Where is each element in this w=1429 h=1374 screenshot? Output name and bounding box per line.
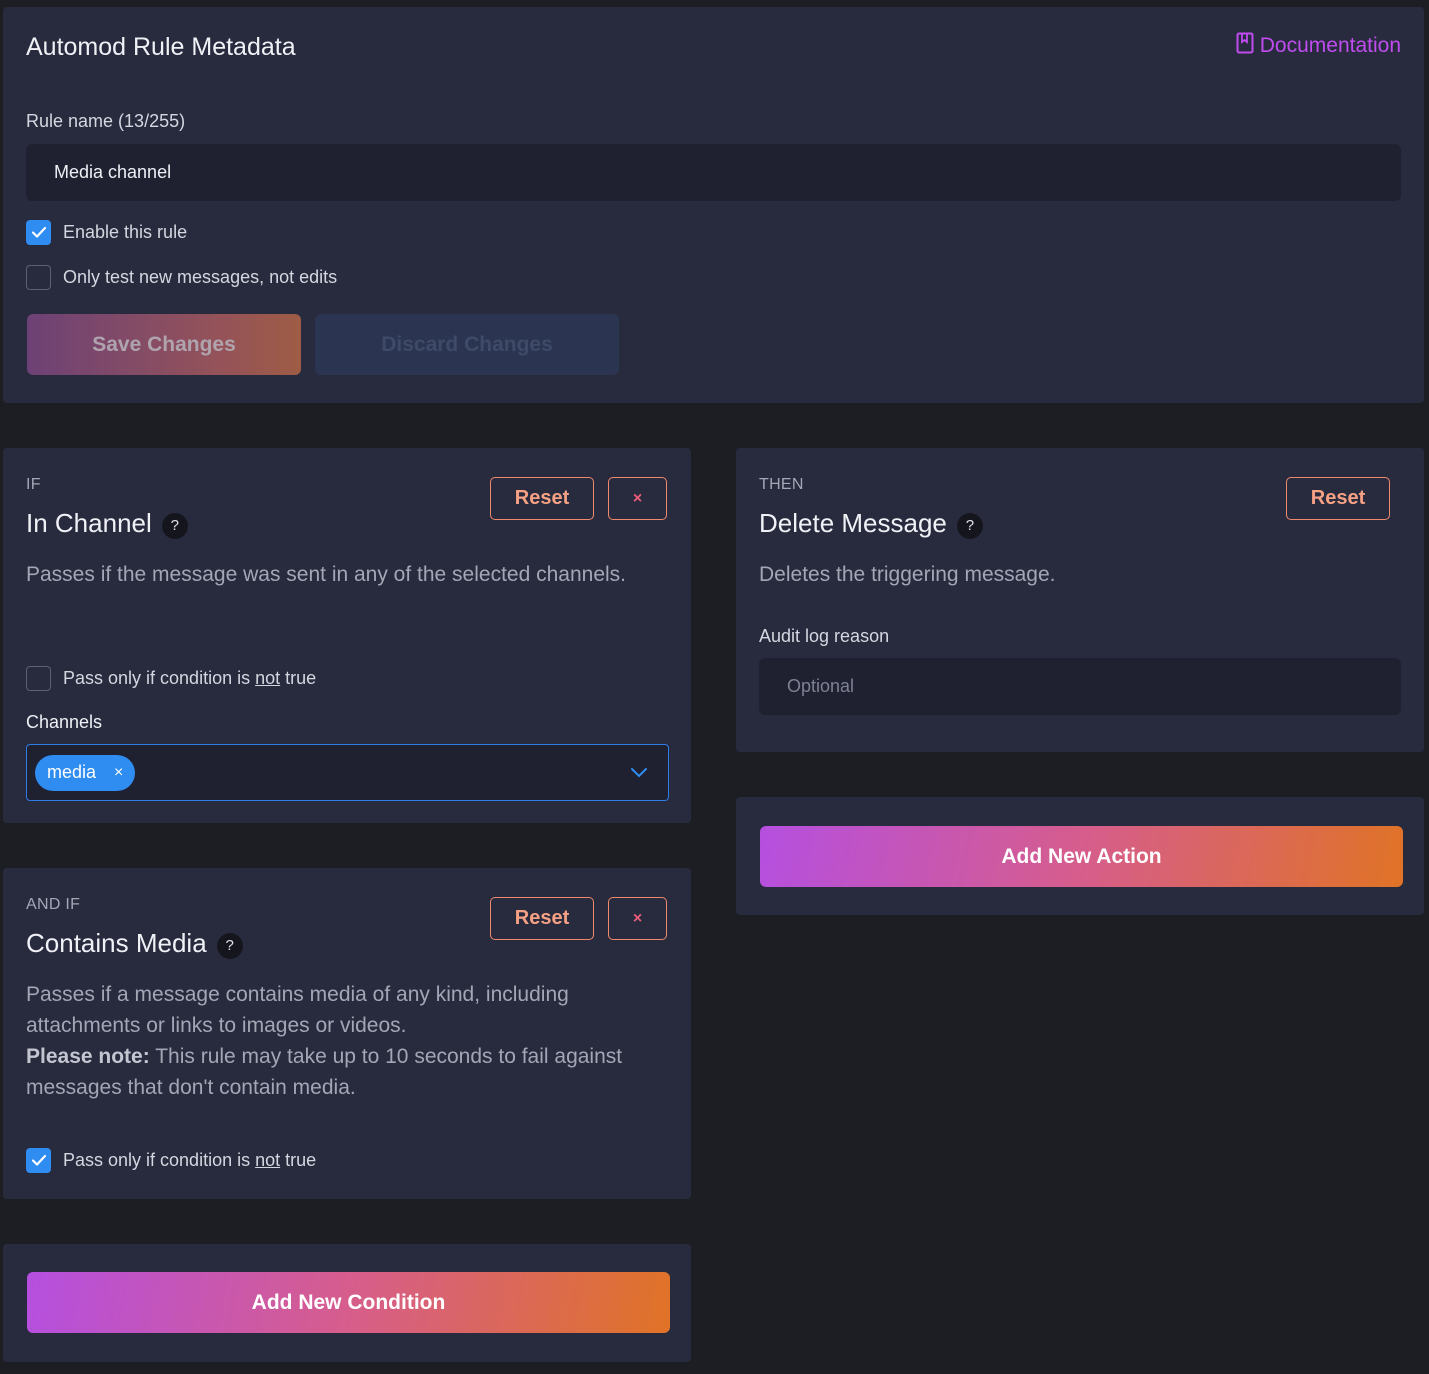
condition-description: Passes if the message was sent in any of… <box>26 563 627 586</box>
condition-title-text: In Channel <box>26 508 152 538</box>
enable-rule-option[interactable]: Enable this rule <box>26 220 187 245</box>
channel-chip-media[interactable]: media × <box>35 754 136 791</box>
reset-button[interactable]: Reset <box>490 897 594 940</box>
channels-select[interactable]: media × <box>26 744 669 801</box>
rule-metadata-panel: Automod Rule Metadata Documentation Rule… <box>3 7 1424 403</box>
action-title-text: Delete Message <box>759 508 947 538</box>
discard-changes-button[interactable]: Discard Changes <box>315 314 619 375</box>
condition-card-in-channel: IF In Channel ? Reset × Passes if the me… <box>3 448 691 823</box>
invert-condition-label: Pass only if condition is not true <box>63 1150 316 1171</box>
invert-label-not: not <box>255 1150 281 1170</box>
help-icon[interactable]: ? <box>956 512 983 539</box>
add-action-panel: Add New Action <box>736 797 1424 915</box>
invert-condition-checkbox[interactable] <box>26 1148 51 1173</box>
invert-label-prefix: Pass only if condition is <box>63 668 251 688</box>
action-description: Deletes the triggering message. <box>759 563 1056 586</box>
close-icon: × <box>632 489 643 507</box>
condition-description: Passes if a message contains media of an… <box>26 979 656 1103</box>
help-icon[interactable]: ? <box>161 512 188 539</box>
condition-title-text: Contains Media <box>26 928 207 958</box>
action-title: Delete Message ? <box>759 508 983 539</box>
rule-name-value: Media channel <box>54 162 172 182</box>
add-new-action-button[interactable]: Add New Action <box>760 826 1403 887</box>
add-condition-panel: Add New Condition <box>3 1244 691 1362</box>
invert-condition-option[interactable]: Pass only if condition is not true <box>26 1148 316 1173</box>
documentation-link[interactable]: Documentation <box>1236 32 1401 60</box>
action-kicker: THEN <box>759 476 804 493</box>
channels-label: Channels <box>26 712 103 732</box>
invert-condition-option[interactable]: Pass only if condition is not true <box>26 666 316 691</box>
only-new-messages-option[interactable]: Only test new messages, not edits <box>26 265 337 290</box>
invert-label-suffix: true <box>285 668 317 688</box>
checkmark-icon <box>31 1154 46 1166</box>
save-changes-button[interactable]: Save Changes <box>27 314 301 375</box>
rule-name-label: Rule name (13/255) <box>26 111 186 131</box>
invert-label-prefix: Pass only if condition is <box>63 1150 251 1170</box>
book-icon <box>1236 32 1254 60</box>
documentation-label: Documentation <box>1259 34 1401 57</box>
checkmark-icon <box>31 226 46 238</box>
reset-button[interactable]: Reset <box>1286 477 1390 520</box>
close-icon: × <box>632 909 643 927</box>
remove-condition-button[interactable]: × <box>608 477 667 520</box>
audit-log-reason-label: Audit log reason <box>759 626 890 646</box>
condition-kicker: IF <box>26 476 41 493</box>
condition-kicker: AND IF <box>26 896 81 913</box>
condition-card-contains-media: AND IF Contains Media ? Reset × Passes i… <box>3 868 691 1199</box>
invert-condition-label: Pass only if condition is not true <box>63 668 316 689</box>
reset-button[interactable]: Reset <box>490 477 594 520</box>
rule-name-input[interactable]: Media channel <box>26 144 1401 201</box>
only-new-messages-label: Only test new messages, not edits <box>63 267 338 287</box>
help-icon[interactable]: ? <box>216 932 243 959</box>
audit-log-reason-input[interactable]: Optional <box>759 658 1401 715</box>
only-new-messages-checkbox[interactable] <box>26 265 51 290</box>
note-label: Please note: <box>26 1045 150 1068</box>
close-icon[interactable]: × <box>114 764 123 782</box>
enable-rule-checkbox[interactable] <box>26 220 51 245</box>
audit-log-reason-placeholder: Optional <box>787 676 855 696</box>
action-card-delete-message: THEN Delete Message ? Reset Deletes the … <box>736 448 1424 752</box>
condition-title: Contains Media ? <box>26 928 243 959</box>
enable-rule-label: Enable this rule <box>63 222 188 242</box>
description-text: Passes if a message contains media of an… <box>26 983 569 1037</box>
invert-label-not: not <box>255 668 281 688</box>
chevron-down-icon[interactable] <box>630 765 648 783</box>
condition-title: In Channel ? <box>26 508 188 539</box>
channel-chip-label: media <box>47 762 97 782</box>
panel-title: Automod Rule Metadata <box>26 33 296 61</box>
add-new-condition-button[interactable]: Add New Condition <box>27 1272 670 1333</box>
remove-condition-button[interactable]: × <box>608 897 667 940</box>
invert-condition-checkbox[interactable] <box>26 666 51 691</box>
invert-label-suffix: true <box>285 1150 317 1170</box>
